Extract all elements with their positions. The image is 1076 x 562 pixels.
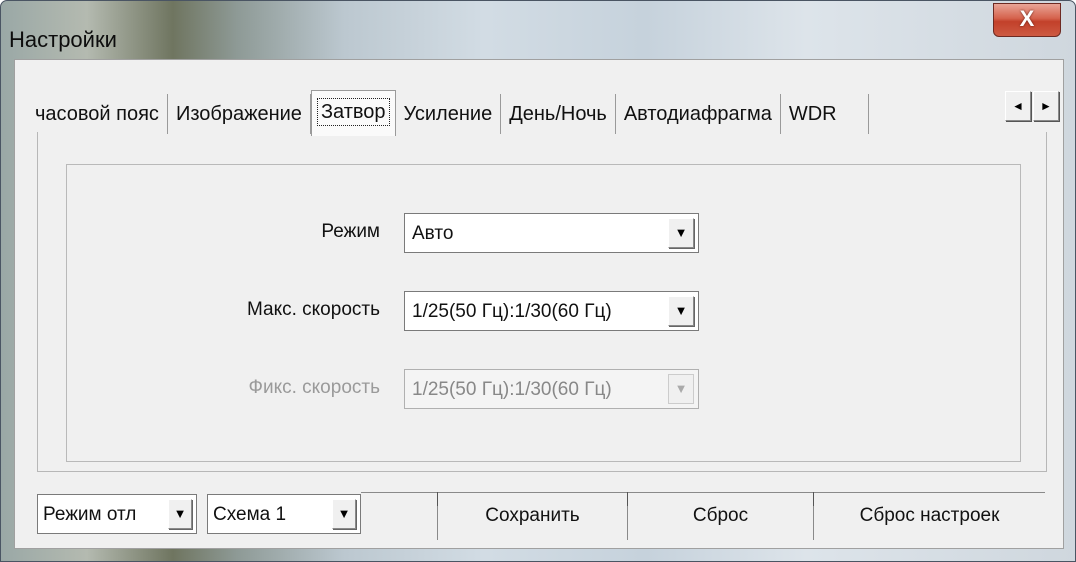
tab-scroll-left-icon[interactable]: ◄ bbox=[1005, 91, 1031, 121]
factory-reset-button[interactable]: Сброс настроек bbox=[813, 492, 1045, 540]
title-bar[interactable]: Настройки X bbox=[1, 1, 1075, 59]
window-title: Настройки bbox=[9, 27, 117, 52]
max-speed-row: Макс. скорость 1/25(50 Гц):1/30(60 Гц) ▼ bbox=[67, 291, 1020, 331]
fixed-speed-row: Фикс. скорость 1/25(50 Гц):1/30(60 Гц) ▼ bbox=[67, 369, 1020, 409]
tab-image[interactable]: Изображение bbox=[168, 94, 311, 134]
tab-page-shutter: Режим Авто ▼ Макс. скорость 1/25(50 Гц):… bbox=[37, 132, 1047, 472]
tab-bar: часовой пояс Изображение Затвор Усиление… bbox=[27, 82, 869, 136]
max-speed-value: 1/25(50 Гц):1/30(60 Гц) bbox=[412, 301, 612, 322]
tab-wdr[interactable]: WDR bbox=[781, 94, 869, 134]
tab-scroll-buttons: ◄ ► bbox=[1003, 91, 1059, 121]
tab-auto-iris[interactable]: Автодиафрагма bbox=[616, 94, 781, 134]
tab-shutter-label: Затвор bbox=[316, 98, 390, 126]
shutter-settings-group: Режим Авто ▼ Макс. скорость 1/25(50 Гц):… bbox=[66, 164, 1021, 462]
chevron-down-icon[interactable]: ▼ bbox=[168, 499, 192, 529]
fixed-speed-value: 1/25(50 Гц):1/30(60 Гц) bbox=[412, 379, 612, 400]
divider bbox=[361, 492, 437, 493]
tab-timezone[interactable]: часовой пояс bbox=[27, 94, 168, 134]
reset-button[interactable]: Сброс bbox=[627, 492, 813, 540]
debug-mode-value: Режим отл bbox=[43, 504, 137, 525]
mode-row: Режим Авто ▼ bbox=[67, 213, 1020, 253]
settings-window: Настройки X часовой пояс Изображение Зат… bbox=[0, 0, 1076, 562]
chevron-down-icon[interactable]: ▼ bbox=[332, 499, 356, 529]
debug-mode-select[interactable]: Режим отл ▼ bbox=[37, 494, 197, 534]
scheme-select[interactable]: Схема 1 ▼ bbox=[207, 494, 361, 534]
chevron-down-icon[interactable]: ▼ bbox=[668, 218, 694, 248]
chevron-down-icon[interactable]: ▼ bbox=[668, 296, 694, 326]
fixed-speed-label: Фикс. скорость bbox=[248, 377, 380, 398]
mode-label: Режим bbox=[321, 221, 380, 242]
tab-scroll-right-icon[interactable]: ► bbox=[1033, 91, 1059, 121]
tab-gain[interactable]: Усиление bbox=[396, 94, 502, 134]
mode-value: Авто bbox=[412, 223, 454, 244]
dialog-client-area: часовой пояс Изображение Затвор Усиление… bbox=[14, 59, 1064, 549]
scheme-value: Схема 1 bbox=[213, 504, 287, 525]
mode-select[interactable]: Авто ▼ bbox=[404, 213, 699, 253]
tab-shutter[interactable]: Затвор bbox=[310, 90, 396, 136]
bottom-bar: Режим отл ▼ Схема 1 ▼ Сохранить Сброс Сб… bbox=[15, 484, 1063, 544]
chevron-down-icon: ▼ bbox=[668, 374, 694, 404]
save-button[interactable]: Сохранить bbox=[437, 492, 627, 540]
max-speed-label: Макс. скорость bbox=[246, 299, 380, 320]
tab-day-night[interactable]: День/Ночь bbox=[501, 94, 616, 134]
fixed-speed-select: 1/25(50 Гц):1/30(60 Гц) ▼ bbox=[404, 369, 699, 409]
close-button[interactable]: X bbox=[993, 3, 1061, 37]
max-speed-select[interactable]: 1/25(50 Гц):1/30(60 Гц) ▼ bbox=[404, 291, 699, 331]
